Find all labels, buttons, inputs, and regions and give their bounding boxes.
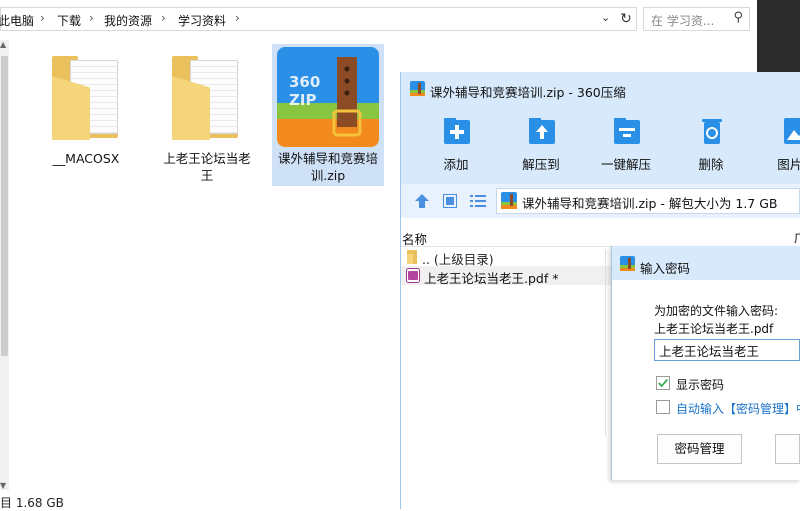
extract-to-button[interactable]: 解压到 <box>506 116 576 176</box>
scroll-up-icon[interactable]: ▲ <box>0 40 6 49</box>
breadcrumb-chevron-icon[interactable]: › <box>40 11 45 25</box>
recycle-bin-icon <box>702 119 722 144</box>
refresh-icon[interactable]: ↻ <box>616 9 636 29</box>
scroll-down-icon[interactable]: ▼ <box>0 481 6 490</box>
folder-label[interactable]: __MACOSX <box>38 150 134 167</box>
status-bar-size: 目 1.68 GB <box>0 496 64 510</box>
image-icon <box>784 118 800 144</box>
dialog-action-button[interactable] <box>775 434 800 464</box>
up-directory-icon[interactable] <box>414 193 430 209</box>
background-window-strip <box>757 0 800 75</box>
address-bar[interactable]: 此电脑 › 下载 › 我的资源 › 学习资料 › ⌄ <box>0 7 637 31</box>
toolbar-label: 解压到 <box>522 157 560 172</box>
folder-icon[interactable] <box>172 54 242 142</box>
search-input[interactable]: 在 学习资... ⚲ <box>643 7 750 31</box>
scrollbar-thumb[interactable] <box>1 56 8 356</box>
breadcrumb-chevron-icon[interactable]: › <box>235 11 240 25</box>
archive-path-text: 课外辅导和竞赛培训.zip - 解包大小为 1.7 GB <box>522 196 778 211</box>
pane-divider <box>605 250 606 436</box>
folder-icon <box>407 250 417 264</box>
thumbnail-view-icon[interactable] <box>443 194 457 208</box>
svg-text:360: 360 <box>289 73 320 91</box>
toolbar-label: 添加 <box>443 157 469 172</box>
toolbar-label: 一键解压 <box>600 157 651 172</box>
archive-file-icon <box>501 192 517 209</box>
password-input[interactable] <box>654 339 800 361</box>
auto-input-checkbox[interactable] <box>656 400 670 414</box>
password-manager-button[interactable]: 密码管理 <box>657 434 742 464</box>
pdf-file-icon <box>406 268 420 283</box>
breadcrumb-chevron-icon[interactable]: › <box>161 11 166 25</box>
auto-input-link[interactable]: 自动输入【密码管理】中 <box>676 400 800 417</box>
search-icon[interactable]: ⚲ <box>733 10 743 25</box>
breadcrumb-study-materials[interactable]: 学习资料 <box>178 12 226 29</box>
archive-app-icon <box>410 81 425 96</box>
delete-button[interactable]: 删除 <box>676 116 746 176</box>
password-prompt: 为加密的文件输入密码: <box>654 304 779 318</box>
list-view-icon[interactable] <box>470 194 486 208</box>
list-item-pdf[interactable]: 上老王论坛当老王.pdf * <box>424 268 558 287</box>
breadcrumb-chevron-icon[interactable]: › <box>89 11 94 25</box>
search-placeholder: 在 学习资... <box>651 14 715 28</box>
show-password-label[interactable]: 显示密码 <box>676 376 724 393</box>
image-preview-button[interactable]: 图片户 <box>761 116 800 176</box>
extract-to-icon <box>529 118 555 144</box>
breadcrumb-my-resources[interactable]: 我的资源 <box>104 12 152 29</box>
vertical-scrollbar[interactable]: ▲ ▼ <box>0 40 9 490</box>
zip-archive-icon[interactable]: 360 ZIP <box>277 47 379 147</box>
add-icon <box>444 118 470 144</box>
breadcrumb-downloads[interactable]: 下载 <box>57 12 81 29</box>
checkmark-icon <box>658 379 668 388</box>
add-button[interactable]: 添加 <box>421 116 491 176</box>
folder-label[interactable]: 上老王论坛当老王 <box>158 150 256 184</box>
folder-icon[interactable] <box>52 54 122 142</box>
archive-app-icon <box>620 256 635 271</box>
history-dropdown-icon[interactable]: ⌄ <box>601 11 610 24</box>
encrypted-file-name: 上老王论坛当老王.pdf <box>654 322 774 336</box>
show-password-checkbox[interactable] <box>656 376 670 390</box>
svg-text:ZIP: ZIP <box>289 91 316 109</box>
column-header-partial[interactable]: 广 <box>794 229 800 246</box>
zip-file-label[interactable]: 课外辅导和竞赛培训.zip <box>276 150 380 184</box>
password-dialog-title: 输入密码 <box>640 261 691 276</box>
toolbar-label: 图片户 <box>777 157 800 172</box>
archive-window-title: 课外辅导和竞赛培训.zip - 360压缩 <box>430 85 626 100</box>
breadcrumb-this-pc[interactable]: 此电脑 <box>0 12 34 29</box>
toolbar-label: 删除 <box>698 157 724 172</box>
one-click-extract-icon <box>614 118 640 144</box>
one-click-extract-button[interactable]: 一键解压 <box>591 116 661 176</box>
